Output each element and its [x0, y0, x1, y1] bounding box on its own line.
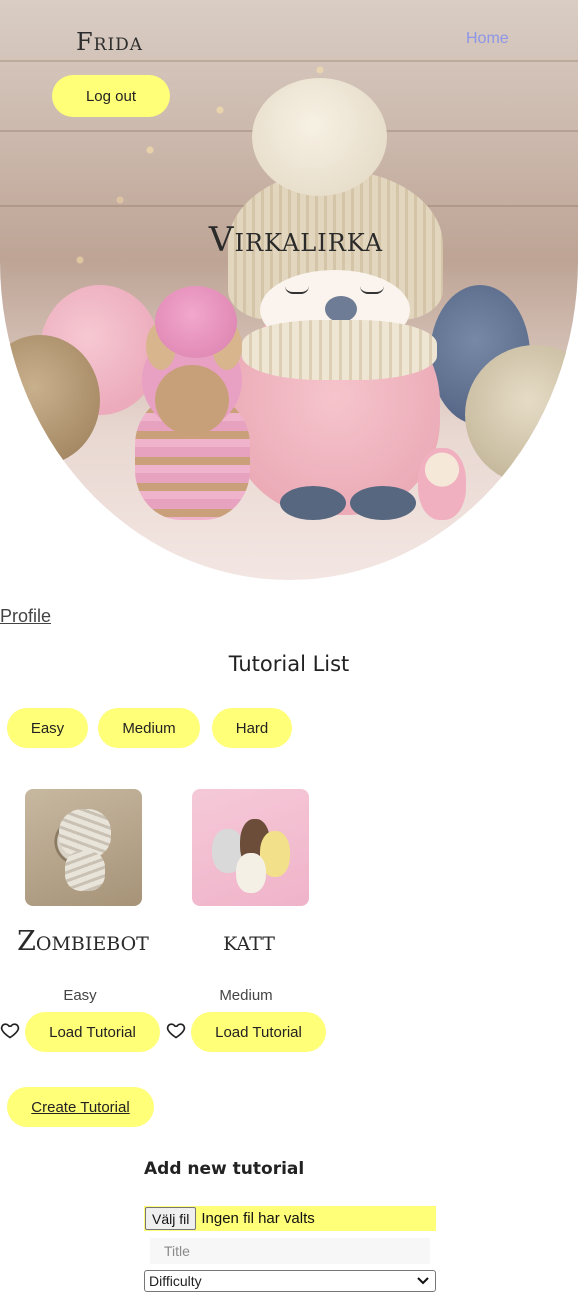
zombiebot-body: [65, 851, 105, 891]
tutorial-title: Zombiebot: [17, 926, 149, 957]
filter-medium-button[interactable]: Medium: [98, 708, 200, 748]
filter-easy-button[interactable]: Easy: [7, 708, 88, 748]
site-title: Virkalirka: [208, 220, 384, 260]
tutorial-title: katt: [223, 926, 275, 957]
title-input[interactable]: [150, 1238, 430, 1264]
load-tutorial-button[interactable]: Load Tutorial: [25, 1012, 160, 1052]
bunny-plush-face: [155, 365, 229, 435]
file-upload-input[interactable]: Välj fil Ingen fil har valts: [144, 1206, 436, 1231]
logout-button[interactable]: Log out: [52, 75, 170, 117]
add-tutorial-heading: Add new tutorial: [144, 1159, 305, 1179]
tutorial-thumbnail-katt: [192, 789, 309, 906]
difficulty-select-value: Difficulty: [149, 1273, 202, 1289]
difficulty-select[interactable]: Difficulty: [144, 1270, 436, 1292]
tutorial-difficulty: Medium: [219, 987, 273, 1004]
cat-plush: [236, 853, 266, 893]
penguin-foot: [280, 486, 346, 520]
filter-hard-button[interactable]: Hard: [212, 708, 292, 748]
penguin-scarf: [242, 320, 437, 380]
bunny-plush-pompom: [155, 286, 237, 358]
profile-link[interactable]: Profile: [0, 606, 51, 627]
mini-bunny-plush: [418, 448, 466, 520]
tutorial-list-title: Tutorial List: [228, 652, 350, 676]
user-name: Frida: [76, 28, 144, 56]
create-tutorial-button[interactable]: Create Tutorial: [7, 1087, 154, 1127]
chevron-down-icon: [417, 1277, 429, 1285]
penguin-beak: [325, 296, 357, 322]
choose-file-button[interactable]: Välj fil: [145, 1207, 197, 1230]
heart-outline-icon[interactable]: [166, 1020, 186, 1040]
wood-plank-line: [0, 60, 578, 62]
load-tutorial-button[interactable]: Load Tutorial: [191, 1012, 326, 1052]
file-status-text: Ingen fil har valts: [201, 1210, 315, 1227]
penguin-plush-pompom: [252, 78, 387, 196]
tutorial-difficulty: Easy: [63, 987, 97, 1004]
tutorial-thumbnail-zombiebot: [25, 789, 142, 906]
penguin-foot: [350, 486, 416, 520]
home-link[interactable]: Home: [466, 30, 509, 48]
heart-outline-icon[interactable]: [0, 1020, 20, 1040]
